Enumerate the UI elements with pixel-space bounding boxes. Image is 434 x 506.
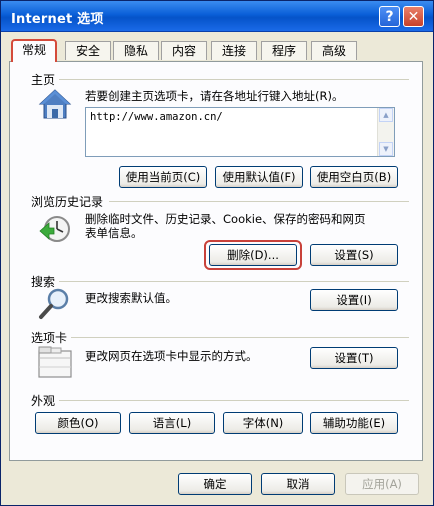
use-blank-button[interactable]: 使用空白页(B) (310, 166, 398, 188)
tab-connections[interactable]: 连接 (211, 41, 257, 60)
help-button[interactable]: ? (379, 6, 400, 27)
window-title: Internet 选项 (11, 12, 104, 27)
history-clock-icon (39, 216, 70, 242)
use-default-button[interactable]: 使用默认值(F) (215, 166, 303, 188)
house-icon (38, 89, 72, 119)
apply-button[interactable]: 应用(A) (345, 473, 419, 495)
history-divider (109, 201, 409, 202)
home-description: 若要创建主页选项卡，请在各地址行键入地址(R)。 (85, 89, 344, 103)
scroll-down-icon[interactable]: ▼ (379, 142, 393, 156)
home-page-url: http://www.amazon.cn/ (90, 111, 223, 123)
search-description: 更改搜索默认值。 (85, 291, 177, 305)
search-settings-button[interactable]: 设置(I) (310, 289, 398, 311)
tab-programs[interactable]: 程序 (261, 41, 307, 60)
ok-button[interactable]: 确定 (178, 473, 252, 495)
tab-content[interactable]: 内容 (161, 41, 207, 60)
use-current-button[interactable]: 使用当前页(C) (119, 166, 207, 188)
tab-security[interactable]: 安全 (65, 41, 111, 60)
home-section-title: 主页 (31, 73, 56, 87)
magnifier-icon (39, 288, 69, 319)
appearance-section-title: 外观 (31, 394, 56, 408)
tabs-description: 更改网页在选项卡中显示的方式。 (85, 349, 258, 363)
url-scrollbar[interactable]: ▲ ▼ (377, 108, 394, 156)
home-page-url-textarea[interactable]: http://www.amazon.cn/ ▲ ▼ (85, 107, 395, 157)
appearance-divider (59, 400, 409, 401)
fonts-button[interactable]: 字体(N) (223, 412, 303, 434)
tab-privacy[interactable]: 隐私 (113, 41, 159, 60)
tabs-window-icon (38, 346, 72, 378)
history-settings-button[interactable]: 设置(S) (310, 244, 398, 266)
scroll-up-icon[interactable]: ▲ (379, 108, 393, 122)
internet-options-dialog: Internet 选项 ? ✕ 常规 安全 隐私 内容 连接 程序 高级 主页 … (0, 0, 434, 506)
delete-history-button[interactable]: 删除(D)... (209, 244, 297, 266)
tab-advanced[interactable]: 高级 (311, 41, 357, 60)
home-divider (59, 79, 409, 80)
colors-button[interactable]: 颜色(O) (35, 412, 121, 434)
title-bar[interactable]: Internet 选项 ? ✕ (1, 1, 433, 32)
history-description-line2: 表单信息。 (85, 226, 143, 240)
cancel-button[interactable]: 取消 (261, 473, 335, 495)
tabs-settings-button[interactable]: 设置(T) (310, 347, 398, 369)
history-section-title: 浏览历史记录 (31, 195, 104, 209)
close-button[interactable]: ✕ (403, 6, 424, 27)
tabs-divider (71, 337, 409, 338)
languages-button[interactable]: 语言(L) (129, 412, 215, 434)
tab-general[interactable]: 常规 (11, 39, 57, 62)
search-divider (59, 281, 409, 282)
history-description-line1: 删除临时文件、历史记录、Cookie、保存的密码和网页 (85, 212, 366, 226)
accessibility-button[interactable]: 辅助功能(E) (310, 412, 398, 434)
tabs-section-title: 选项卡 (31, 331, 68, 345)
